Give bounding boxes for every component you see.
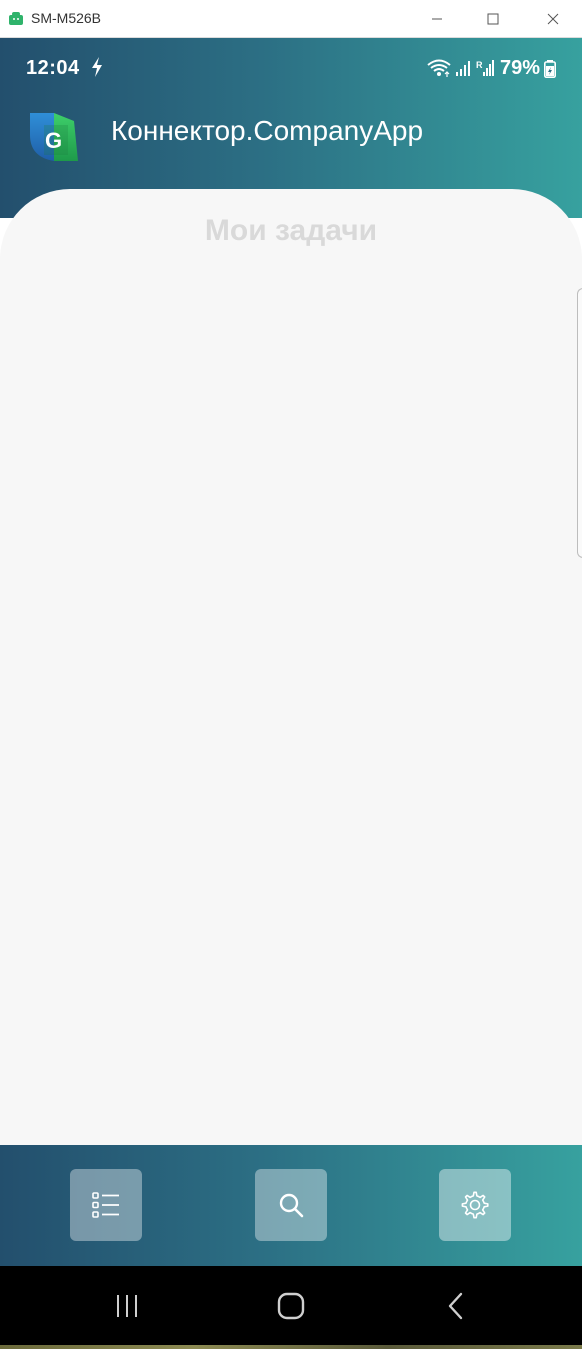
tasks-button[interactable] [70, 1169, 142, 1241]
wifi-icon [427, 59, 451, 77]
window-titlebar: SM-M526B [0, 0, 582, 38]
search-button[interactable] [255, 1169, 327, 1241]
home-button[interactable] [271, 1290, 311, 1322]
company-logo-icon: G [30, 113, 78, 161]
home-icon [277, 1292, 305, 1320]
battery-percent: 79% [500, 57, 541, 79]
signal-icon [456, 61, 470, 76]
status-time: 12:04 [26, 57, 80, 79]
app-title: Коннектор.CompanyApp [111, 115, 424, 146]
recent-apps-icon [117, 1295, 137, 1317]
content-area [0, 189, 582, 1145]
close-button[interactable] [530, 0, 576, 38]
charging-bolt-icon [92, 57, 102, 77]
minimize-button[interactable] [414, 0, 460, 38]
back-button[interactable] [436, 1290, 476, 1322]
close-icon [547, 13, 559, 25]
signal-r-icon: R [476, 60, 494, 76]
back-icon [448, 1292, 463, 1320]
page-title: Мои задачи [204, 214, 378, 247]
svg-text:R: R [476, 60, 483, 70]
maximize-button[interactable] [470, 0, 516, 38]
desktop-background-strip [0, 1345, 582, 1349]
minimize-icon [432, 18, 442, 20]
settings-button[interactable] [439, 1169, 511, 1241]
search-icon [279, 1193, 304, 1218]
window-title: SM-M526B [31, 10, 102, 26]
svg-text:G: G [45, 128, 62, 153]
gear-icon [461, 1191, 489, 1219]
recent-apps-button[interactable] [107, 1290, 147, 1322]
task-list-icon [92, 1192, 119, 1218]
android-icon [9, 12, 23, 25]
edge-panel-handle[interactable] [577, 288, 582, 558]
maximize-icon [487, 13, 499, 25]
battery-icon [544, 60, 556, 78]
